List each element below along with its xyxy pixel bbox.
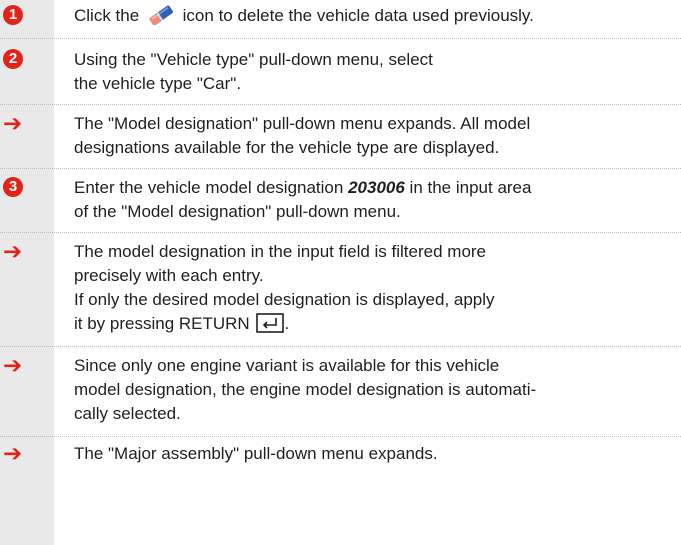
model-code: 203006 [348, 178, 405, 197]
result-line-2: precisely with each entry. [74, 266, 264, 285]
step-2-line-2: the vehicle type "Car". [74, 74, 242, 93]
right-arrow-icon: ➔ [3, 238, 23, 264]
instruction-steps: 1 Click the icon to delete the vehicle d… [0, 0, 681, 545]
step-1-text-before-icon: Click the [74, 6, 140, 25]
return-key-icon [256, 313, 285, 333]
result-marker: ➔ [3, 110, 23, 136]
result-line-1: The model designation in the input field… [74, 242, 487, 261]
result-marker: ➔ [3, 352, 23, 378]
step-2-text: Using the "Vehicle type" pull-down menu,… [74, 48, 674, 96]
result-major-assembly-text: The "Major assembly" pull-down menu expa… [74, 442, 674, 466]
result-model-menu-expands: ➔ The "Model designation" pull-down menu… [0, 110, 681, 169]
result-filtering: ➔ The model designation in the input fie… [0, 238, 681, 347]
right-arrow-icon: ➔ [3, 352, 23, 378]
result-engine-selected: ➔ Since only one engine variant is avail… [0, 352, 681, 437]
result-filtering-text: The model designation in the input field… [74, 240, 674, 336]
result-marker: ➔ [3, 440, 23, 466]
result-line-2: model designation, the engine model desi… [74, 380, 537, 399]
step-1-text-after-icon: icon to delete the vehicle data used pre… [182, 6, 534, 25]
result-engine-text: Since only one engine variant is availab… [74, 354, 674, 426]
result-line-2: designations available for the vehicle t… [74, 138, 500, 157]
result-line-3: cally selected. [74, 404, 181, 423]
step-3-line-2: of the "Model designation" pull-down men… [74, 202, 401, 221]
right-arrow-icon: ➔ [3, 440, 23, 466]
step-3: 3 Enter the vehicle model designation 20… [0, 174, 681, 233]
step-number-2: 2 [3, 49, 23, 69]
step-3-line-1-after: in the input area [409, 178, 532, 197]
step-2: 2 Using the "Vehicle type" pull-down men… [0, 46, 681, 105]
step-number-3: 3 [3, 177, 23, 197]
step-number-1: 1 [3, 5, 23, 25]
eraser-icon [146, 5, 176, 26]
result-model-menu-text: The "Model designation" pull-down menu e… [74, 112, 674, 160]
step-number-marker: 2 [3, 48, 23, 72]
step-number-marker: 3 [3, 176, 23, 200]
result-marker: ➔ [3, 238, 23, 264]
result-line-1: Since only one engine variant is availab… [74, 356, 500, 375]
step-3-text: Enter the vehicle model designation 2030… [74, 176, 674, 224]
return-instruction: it by pressing RETURN [74, 314, 250, 333]
result-line-3: If only the desired model designation is… [74, 290, 495, 309]
result-major-assembly: ➔ The "Major assembly" pull-down menu ex… [0, 440, 681, 474]
result-line-1: The "Model designation" pull-down menu e… [74, 114, 531, 133]
result-line-4: it by pressing RETURN . [74, 313, 290, 333]
step-1: 1 Click the icon to delete the vehicle d… [0, 2, 681, 39]
step-3-line-1: Enter the vehicle model designation 2030… [74, 176, 674, 200]
step-number-marker: 1 [3, 4, 23, 28]
right-arrow-icon: ➔ [3, 110, 23, 136]
result-line-1: The "Major assembly" pull-down menu expa… [74, 444, 438, 463]
step-1-text: Click the icon to delete the vehicle dat… [74, 4, 674, 28]
step-2-line-1: Using the "Vehicle type" pull-down menu,… [74, 50, 433, 69]
step-3-line-1-before: Enter the vehicle model designation [74, 178, 344, 197]
